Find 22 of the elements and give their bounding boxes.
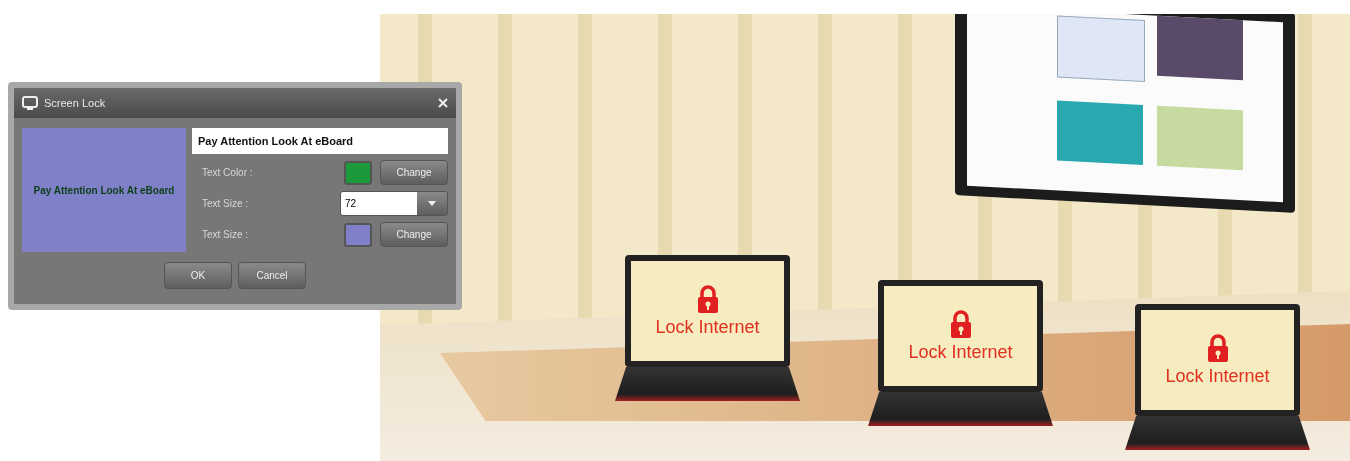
laptop-screen-text: Lock Internet: [655, 316, 760, 338]
padlock-icon: [949, 309, 972, 338]
laptop-screen-text: Lock Internet: [1165, 365, 1270, 387]
color-swatch[interactable]: [344, 222, 372, 247]
close-icon[interactable]: [438, 98, 448, 108]
change-button[interactable]: Change: [380, 222, 448, 247]
padlock-icon: [696, 284, 719, 313]
message-input[interactable]: Pay Attention Look At eBoard: [192, 128, 448, 154]
change-button[interactable]: Change: [380, 160, 448, 185]
laptop-screen-text: Lock Internet: [908, 341, 1013, 363]
window-title: Screen Lock: [44, 97, 107, 109]
field-label: Text Color :: [202, 167, 254, 178]
color-swatch[interactable]: [344, 160, 372, 185]
field-label: Text Size :: [202, 198, 250, 209]
monitor-icon: [22, 96, 38, 110]
padlock-icon: [1206, 333, 1229, 362]
cancel-button[interactable]: Cancel: [238, 262, 306, 289]
dropdown-arrow-icon: [428, 201, 436, 206]
ok-button[interactable]: OK: [164, 262, 232, 289]
size-dropdown[interactable]: 72: [340, 191, 448, 216]
field-label: Text Size :: [202, 229, 250, 240]
preview-text: Pay Attention Look At eBoard: [33, 184, 175, 196]
